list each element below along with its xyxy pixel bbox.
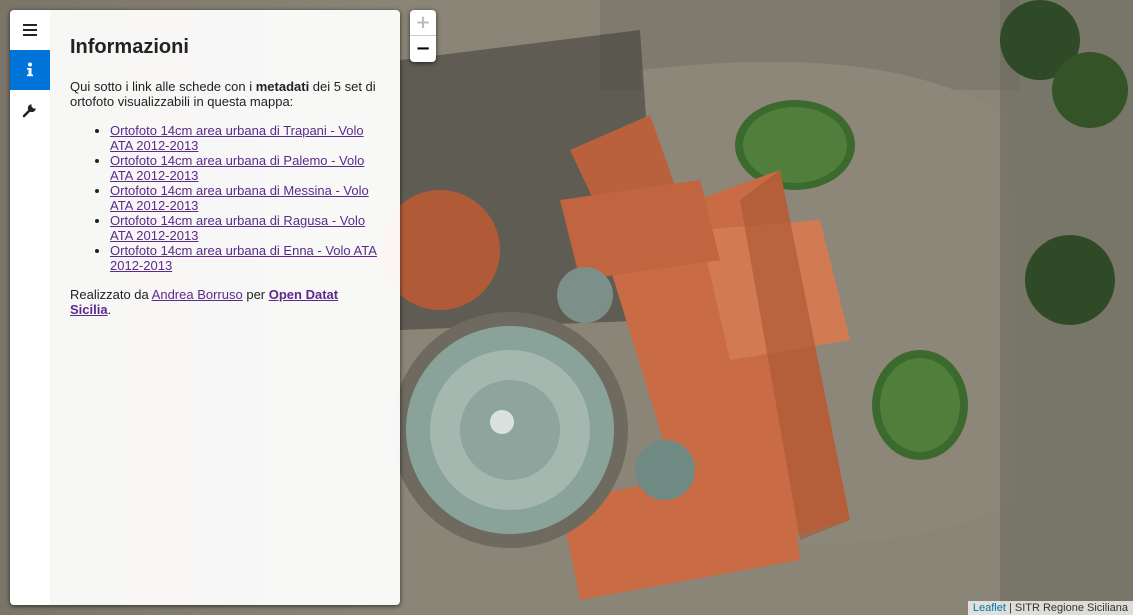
wrench-icon [22,104,36,118]
zoom-in-button[interactable]: + [410,10,436,36]
metadata-link-enna[interactable]: Ortofoto 14cm area urbana di Enna - Volo… [110,243,377,273]
tab-info[interactable] [10,50,50,90]
credits-text: Realizzato da Andrea Borruso per Open Da… [70,287,380,317]
zoom-control: + − [410,10,436,62]
tab-menu[interactable] [10,10,50,50]
intro-text: Qui sotto i link alle schede con i metad… [70,79,380,109]
list-item: Ortofoto 14cm area urbana di Messina - V… [110,183,380,213]
metadata-link-list: Ortofoto 14cm area urbana di Trapani - V… [70,123,380,273]
map-attribution: Leaflet | SITR Regione Siciliana [967,601,1133,615]
list-item: Ortofoto 14cm area urbana di Palemo - Vo… [110,153,380,183]
info-icon [27,62,33,77]
metadata-link-palermo[interactable]: Ortofoto 14cm area urbana di Palemo - Vo… [110,153,364,183]
attribution-source: SITR Regione Siciliana [1014,602,1128,614]
list-item: Ortofoto 14cm area urbana di Trapani - V… [110,123,380,153]
credits-middle: per [242,287,269,302]
metadata-link-trapani[interactable]: Ortofoto 14cm area urbana di Trapani - V… [110,123,364,153]
credits-suffix: . [107,302,112,317]
intro-bold: metadati [255,79,310,94]
metadata-link-messina[interactable]: Ortofoto 14cm area urbana di Messina - V… [110,183,369,213]
sidebar-tabs [10,10,50,605]
author-link[interactable]: Andrea Borruso [152,287,243,302]
info-panel: Informazioni Qui sotto i link alle sched… [50,10,400,605]
attribution-separator: | [1005,602,1015,614]
sidebar: Informazioni Qui sotto i link alle sched… [10,10,400,605]
panel-title: Informazioni [70,36,189,58]
menu-icon [23,24,37,36]
metadata-link-ragusa[interactable]: Ortofoto 14cm area urbana di Ragusa - Vo… [110,213,365,243]
zoom-out-button[interactable]: − [410,36,436,62]
tab-settings[interactable] [10,90,50,130]
credits-prefix: Realizzato da [70,287,152,302]
leaflet-link[interactable]: Leaflet [973,602,1006,614]
list-item: Ortofoto 14cm area urbana di Ragusa - Vo… [110,213,380,243]
list-item: Ortofoto 14cm area urbana di Enna - Volo… [110,243,380,273]
intro-before: Qui sotto i link alle schede con i [70,79,256,94]
